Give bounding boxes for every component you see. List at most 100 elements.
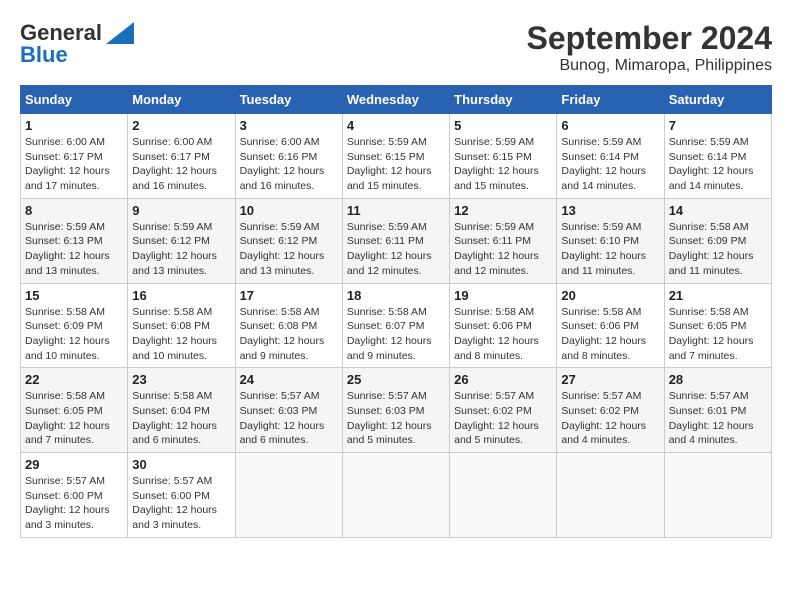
calendar-cell [450, 453, 557, 538]
day-number: 6 [561, 118, 659, 133]
day-info: Sunrise: 5:58 AM Sunset: 6:09 PM Dayligh… [669, 220, 767, 279]
day-number: 1 [25, 118, 123, 133]
calendar-cell: 12Sunrise: 5:59 AM Sunset: 6:11 PM Dayli… [450, 198, 557, 283]
day-number: 9 [132, 203, 230, 218]
day-number: 3 [240, 118, 338, 133]
day-info: Sunrise: 5:59 AM Sunset: 6:11 PM Dayligh… [454, 220, 552, 279]
day-number: 25 [347, 372, 445, 387]
calendar-cell: 4 Sunrise: 5:59 AM Sunset: 6:15 PM Daylig… [342, 114, 449, 199]
calendar-cell: 9 Sunrise: 5:59 AM Sunset: 6:12 PM Daylig… [128, 198, 235, 283]
calendar-cell: 22Sunrise: 5:58 AM Sunset: 6:05 PM Dayli… [21, 368, 128, 453]
day-number: 29 [25, 457, 123, 472]
day-info: Sunrise: 5:59 AM Sunset: 6:14 PM Dayligh… [561, 135, 659, 194]
title-block: September 2024 Bunog, Mimaropa, Philippi… [527, 20, 772, 75]
calendar-cell: 28 Sunrise: 5:57 AM Sunset: 6:01 PM Dayli… [664, 368, 771, 453]
day-number: 18 [347, 288, 445, 303]
day-number: 23 [132, 372, 230, 387]
day-info: Sunrise: 5:58 AM Sunset: 6:06 PM Dayligh… [454, 305, 552, 364]
day-info: Sunrise: 5:58 AM Sunset: 6:05 PM Dayligh… [669, 305, 767, 364]
day-info: Sunrise: 5:57 AM Sunset: 6:02 PM Dayligh… [561, 389, 659, 448]
day-info: Sunrise: 5:57 AM Sunset: 6:01 PM Dayligh… [669, 389, 767, 448]
day-info: Sunrise: 5:59 AM Sunset: 6:13 PM Dayligh… [25, 220, 123, 279]
calendar-week-row: 22Sunrise: 5:58 AM Sunset: 6:05 PM Dayli… [21, 368, 772, 453]
page-header: General Blue September 2024 Bunog, Mimar… [20, 20, 772, 75]
calendar-cell: 6 Sunrise: 5:59 AM Sunset: 6:14 PM Daylig… [557, 114, 664, 199]
col-monday: Monday [128, 86, 235, 114]
calendar-week-row: 1 Sunrise: 6:00 AM Sunset: 6:17 PM Daylig… [21, 114, 772, 199]
logo: General Blue [20, 20, 134, 68]
day-info: Sunrise: 5:57 AM Sunset: 6:03 PM Dayligh… [240, 389, 338, 448]
logo-icon [106, 22, 134, 44]
col-tuesday: Tuesday [235, 86, 342, 114]
day-number: 27 [561, 372, 659, 387]
day-info: Sunrise: 5:58 AM Sunset: 6:07 PM Dayligh… [347, 305, 445, 364]
day-number: 30 [132, 457, 230, 472]
day-number: 13 [561, 203, 659, 218]
calendar-week-row: 8 Sunrise: 5:59 AM Sunset: 6:13 PM Daylig… [21, 198, 772, 283]
page-subtitle: Bunog, Mimaropa, Philippines [527, 57, 772, 75]
calendar-cell: 26 Sunrise: 5:57 AM Sunset: 6:02 PM Dayli… [450, 368, 557, 453]
day-info: Sunrise: 5:58 AM Sunset: 6:09 PM Dayligh… [25, 305, 123, 364]
day-number: 4 [347, 118, 445, 133]
day-number: 14 [669, 203, 767, 218]
day-info: Sunrise: 5:58 AM Sunset: 6:08 PM Dayligh… [240, 305, 338, 364]
day-info: Sunrise: 6:00 AM Sunset: 6:17 PM Dayligh… [132, 135, 230, 194]
calendar-cell: 17 Sunrise: 5:58 AM Sunset: 6:08 PM Dayli… [235, 283, 342, 368]
day-info: Sunrise: 5:59 AM Sunset: 6:15 PM Dayligh… [454, 135, 552, 194]
day-info: Sunrise: 5:59 AM Sunset: 6:15 PM Dayligh… [347, 135, 445, 194]
calendar-cell: 5Sunrise: 5:59 AM Sunset: 6:15 PM Daylig… [450, 114, 557, 199]
calendar-cell: 30 Sunrise: 5:57 AM Sunset: 6:00 PM Dayli… [128, 453, 235, 538]
day-number: 21 [669, 288, 767, 303]
calendar-cell: 19 Sunrise: 5:58 AM Sunset: 6:06 PM Dayli… [450, 283, 557, 368]
calendar-cell: 27 Sunrise: 5:57 AM Sunset: 6:02 PM Dayli… [557, 368, 664, 453]
day-number: 22 [25, 372, 123, 387]
day-info: Sunrise: 5:59 AM Sunset: 6:12 PM Dayligh… [240, 220, 338, 279]
col-saturday: Saturday [664, 86, 771, 114]
day-info: Sunrise: 6:00 AM Sunset: 6:17 PM Dayligh… [25, 135, 123, 194]
day-number: 20 [561, 288, 659, 303]
calendar-cell [235, 453, 342, 538]
calendar-cell: 7Sunrise: 5:59 AM Sunset: 6:14 PM Daylig… [664, 114, 771, 199]
calendar-header-row: Sunday Monday Tuesday Wednesday Thursday… [21, 86, 772, 114]
page-title: September 2024 [527, 20, 772, 57]
calendar-cell: 20Sunrise: 5:58 AM Sunset: 6:06 PM Dayli… [557, 283, 664, 368]
day-info: Sunrise: 5:59 AM Sunset: 6:12 PM Dayligh… [132, 220, 230, 279]
col-wednesday: Wednesday [342, 86, 449, 114]
day-number: 19 [454, 288, 552, 303]
calendar-cell: 3 Sunrise: 6:00 AM Sunset: 6:16 PM Daylig… [235, 114, 342, 199]
calendar-cell: 11Sunrise: 5:59 AM Sunset: 6:11 PM Dayli… [342, 198, 449, 283]
day-info: Sunrise: 5:59 AM Sunset: 6:10 PM Dayligh… [561, 220, 659, 279]
calendar-cell: 10Sunrise: 5:59 AM Sunset: 6:12 PM Dayli… [235, 198, 342, 283]
col-sunday: Sunday [21, 86, 128, 114]
day-number: 8 [25, 203, 123, 218]
calendar-week-row: 15 Sunrise: 5:58 AM Sunset: 6:09 PM Dayli… [21, 283, 772, 368]
calendar-cell: 21 Sunrise: 5:58 AM Sunset: 6:05 PM Dayli… [664, 283, 771, 368]
day-info: Sunrise: 5:59 AM Sunset: 6:11 PM Dayligh… [347, 220, 445, 279]
day-number: 17 [240, 288, 338, 303]
calendar-cell: 18 Sunrise: 5:58 AM Sunset: 6:07 PM Dayli… [342, 283, 449, 368]
day-number: 15 [25, 288, 123, 303]
day-info: Sunrise: 5:57 AM Sunset: 6:02 PM Dayligh… [454, 389, 552, 448]
calendar-cell: 15 Sunrise: 5:58 AM Sunset: 6:09 PM Dayli… [21, 283, 128, 368]
calendar-cell: 1 Sunrise: 6:00 AM Sunset: 6:17 PM Daylig… [21, 114, 128, 199]
day-number: 16 [132, 288, 230, 303]
calendar-week-row: 29 Sunrise: 5:57 AM Sunset: 6:00 PM Dayli… [21, 453, 772, 538]
day-number: 26 [454, 372, 552, 387]
calendar-cell: 23Sunrise: 5:58 AM Sunset: 6:04 PM Dayli… [128, 368, 235, 453]
calendar-cell: 8 Sunrise: 5:59 AM Sunset: 6:13 PM Daylig… [21, 198, 128, 283]
day-info: Sunrise: 5:59 AM Sunset: 6:14 PM Dayligh… [669, 135, 767, 194]
day-number: 28 [669, 372, 767, 387]
logo-blue-text: Blue [20, 42, 68, 68]
day-info: Sunrise: 5:57 AM Sunset: 6:03 PM Dayligh… [347, 389, 445, 448]
day-info: Sunrise: 5:57 AM Sunset: 6:00 PM Dayligh… [25, 474, 123, 533]
calendar-cell: 16 Sunrise: 5:58 AM Sunset: 6:08 PM Dayli… [128, 283, 235, 368]
calendar-cell: 2Sunrise: 6:00 AM Sunset: 6:17 PM Daylig… [128, 114, 235, 199]
day-info: Sunrise: 5:58 AM Sunset: 6:08 PM Dayligh… [132, 305, 230, 364]
calendar-cell: 13 Sunrise: 5:59 AM Sunset: 6:10 PM Dayli… [557, 198, 664, 283]
day-info: Sunrise: 5:57 AM Sunset: 6:00 PM Dayligh… [132, 474, 230, 533]
calendar-cell [664, 453, 771, 538]
col-thursday: Thursday [450, 86, 557, 114]
calendar-cell: 25 Sunrise: 5:57 AM Sunset: 6:03 PM Dayli… [342, 368, 449, 453]
calendar-cell: 14 Sunrise: 5:58 AM Sunset: 6:09 PM Dayli… [664, 198, 771, 283]
day-info: Sunrise: 6:00 AM Sunset: 6:16 PM Dayligh… [240, 135, 338, 194]
